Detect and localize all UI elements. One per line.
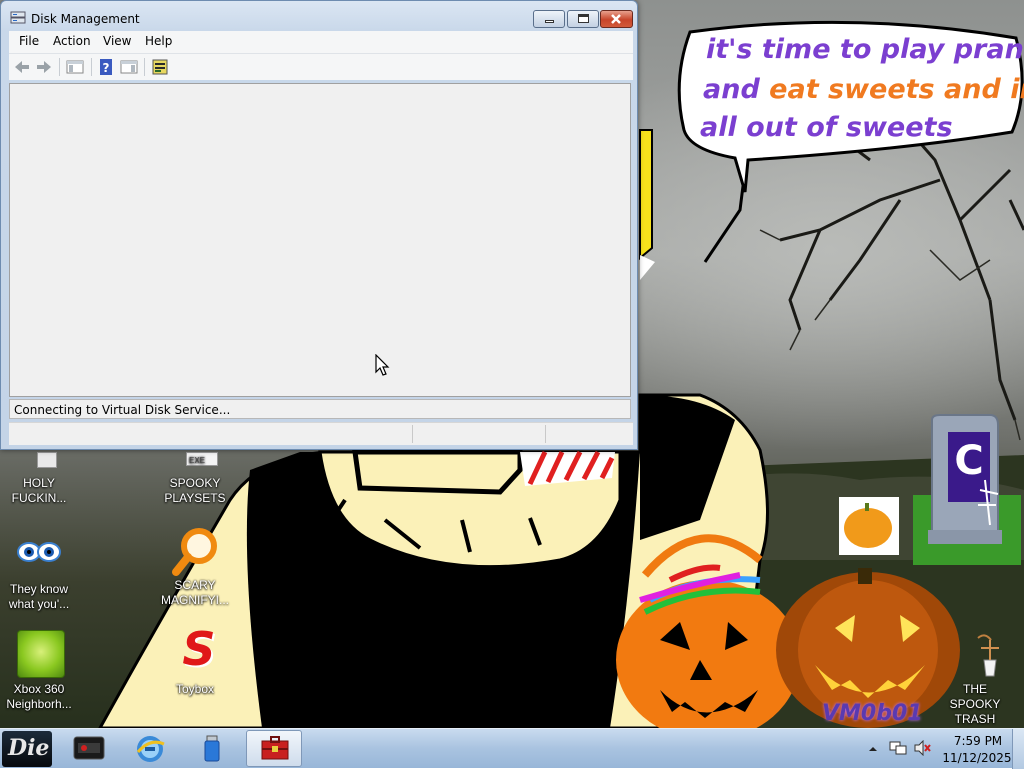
clock-time[interactable]: 7:59 PM: [948, 734, 1008, 748]
desktop-icon-label: Xbox 360 Neighborh...: [6, 682, 72, 711]
exe-icon: EXE: [171, 452, 219, 472]
desktop-icon-they-know[interactable]: They know what you'...: [0, 530, 78, 612]
desktop-icon-toybox[interactable]: S Toybox: [156, 622, 234, 697]
toybox-icon: S: [182, 622, 216, 676]
menu-action[interactable]: Action: [53, 34, 91, 48]
desktop-icon-label: They know what you'...: [8, 582, 70, 611]
taskbar-media-center[interactable]: [60, 730, 116, 767]
xbox-icon: [15, 630, 65, 678]
show-hide-action-pane-icon[interactable]: [119, 57, 139, 77]
close-icon: [611, 14, 621, 24]
speech-line-1: it's time to play pranks: [706, 34, 1024, 65]
desktop-icon-xbox-neighborhood[interactable]: Xbox 360 Neighborh...: [0, 630, 78, 712]
restore-button[interactable]: [567, 10, 599, 28]
disk-management-icon: [261, 736, 289, 760]
window-title: Disk Management: [31, 12, 140, 26]
taskbar-internet-explorer[interactable]: [122, 730, 178, 767]
mouse-cursor-icon: [375, 354, 390, 376]
menu-help[interactable]: Help: [145, 34, 172, 48]
show-hidden-icons-chevron-icon[interactable]: [868, 743, 878, 753]
forward-arrow-icon[interactable]: [34, 57, 54, 77]
minimize-button[interactable]: [533, 10, 565, 28]
folder-icon: [15, 452, 63, 472]
trash-icon: [951, 630, 999, 678]
usb-icon: [204, 735, 220, 762]
desktop-icon-label: SCARY MAGNIFYI...: [160, 578, 229, 607]
speech-line-2: and eat sweets and im: [703, 74, 1024, 105]
clock-date[interactable]: 11/12/2025: [942, 751, 1012, 765]
properties-icon[interactable]: [150, 57, 170, 77]
menu-file[interactable]: File: [19, 34, 39, 48]
volume-muted-icon[interactable]: [914, 739, 932, 757]
show-desktop-button[interactable]: [1012, 729, 1024, 769]
eyes-icon: [15, 530, 63, 578]
svg-text:?: ?: [103, 61, 110, 75]
taskbar-disk-management[interactable]: [246, 730, 302, 767]
minimize-icon: [545, 20, 554, 23]
help-icon[interactable]: ?: [96, 57, 116, 77]
back-arrow-icon[interactable]: [12, 57, 32, 77]
disk-management-icon: [10, 11, 26, 25]
menu-view[interactable]: View: [103, 34, 131, 48]
toolbar: ?: [9, 54, 633, 80]
tombstone-letter: C: [954, 438, 984, 484]
disk-management-window[interactable]: Disk Management File Action View Help ? …: [0, 0, 638, 450]
internet-explorer-icon: [136, 736, 165, 762]
desktop-icon-spooky-playsets[interactable]: EXE SPOOKY PLAYSETS: [156, 452, 234, 506]
show-hide-console-tree-icon[interactable]: [65, 57, 85, 77]
status-bar: [9, 422, 633, 445]
close-button[interactable]: [600, 10, 633, 28]
title-bar[interactable]: Disk Management: [1, 1, 637, 33]
desktop-icon-label: HOLY FUCKIN...: [11, 476, 67, 505]
start-button[interactable]: Die: [2, 731, 52, 767]
network-icon[interactable]: [889, 740, 907, 756]
tree-silhouette: [779, 119, 1024, 421]
magnifier-icon: [171, 526, 219, 576]
desktop-icon-label: THE SPOOKY TRASH: [949, 682, 1001, 726]
speech-line-3: all out of sweets: [700, 112, 953, 143]
desktop-icon-holy[interactable]: HOLY FUCKIN...: [0, 452, 78, 506]
desktop-icon-label: Toybox: [175, 682, 215, 696]
menu-bar: File Action View Help: [9, 31, 633, 54]
disk-content-pane[interactable]: [9, 83, 631, 397]
watermark-text: VM0b01: [822, 701, 923, 726]
taskbar-usb-device[interactable]: [184, 730, 240, 767]
taskbar: Die 7:59 PM 11/12/2025: [0, 728, 1024, 769]
restore-icon: [578, 14, 589, 23]
status-strip: Connecting to Virtual Disk Service...: [9, 399, 631, 419]
status-message: Connecting to Virtual Disk Service...: [14, 403, 231, 417]
desktop-icon-label: SPOOKY PLAYSETS: [164, 476, 226, 505]
start-button-label: Die: [8, 735, 50, 761]
desktop-icon-scary-magnifier[interactable]: SCARY MAGNIFYI...: [156, 526, 234, 608]
desktop-icon-spooky-trash[interactable]: THE SPOOKY TRASH: [936, 630, 1014, 727]
media-center-icon: [73, 736, 105, 760]
